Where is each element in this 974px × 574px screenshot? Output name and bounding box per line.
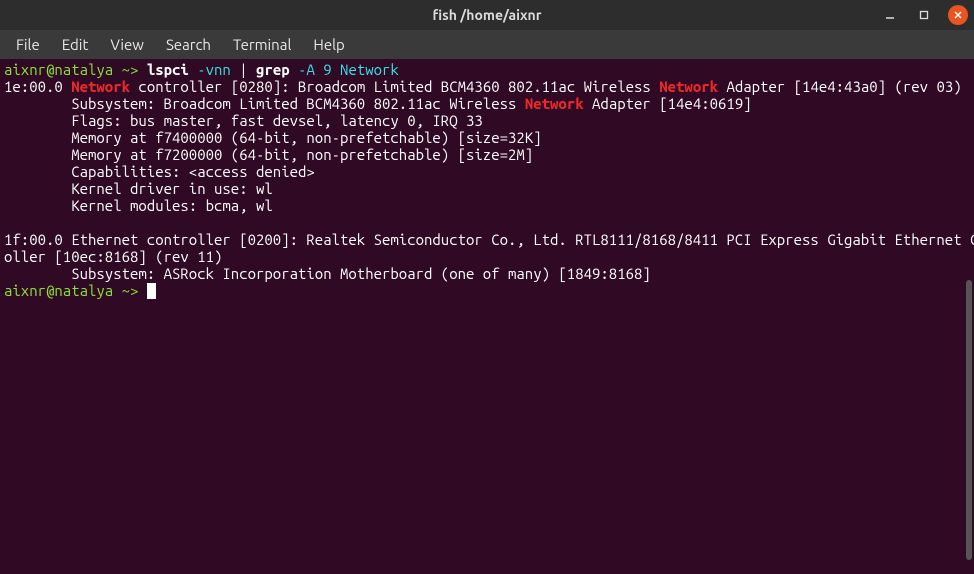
prompt-sep-2: ~>: [113, 282, 147, 299]
prompt-user: aixnr@natalya: [4, 61, 113, 78]
out-l1b: controller [0280]: Broadcom Limited BCM4…: [130, 78, 659, 95]
scrollbar[interactable]: [966, 280, 972, 560]
out-l10: 1f:00.0 Ethernet controller [0200]: Real…: [4, 231, 974, 248]
match-network-2: Network: [659, 78, 718, 95]
out-l5: Memory at f7200000 (64-bit, non-prefetch…: [4, 146, 533, 163]
prompt-sep: ~>: [113, 61, 147, 78]
menu-terminal[interactable]: Terminal: [223, 33, 301, 56]
terminal-area[interactable]: aixnr@natalya ~> lspci -vnn | grep -A 9 …: [0, 59, 974, 301]
menu-help[interactable]: Help: [303, 33, 354, 56]
prompt-user-2: aixnr@natalya: [4, 282, 113, 299]
menu-view[interactable]: View: [100, 33, 154, 56]
out-l6: Capabilities: <access denied>: [4, 163, 315, 180]
out-l1c: Adapter [14e4:43a0] (rev 03): [718, 78, 962, 95]
cmd-pipe: |: [239, 61, 256, 78]
close-button[interactable]: [948, 5, 968, 25]
cmd-args2: -A 9 Network: [290, 61, 399, 78]
match-network-1: Network: [71, 78, 130, 95]
cmd-lspci: lspci: [147, 61, 189, 78]
match-network-3: Network: [525, 95, 584, 112]
out-l7: Kernel driver in use: wl: [4, 180, 273, 197]
menubar: File Edit View Search Terminal Help: [0, 30, 974, 59]
cursor: [147, 283, 156, 299]
cmd-grep: grep: [256, 61, 290, 78]
out-l8: Kernel modules: bcma, wl: [4, 197, 273, 214]
window-controls: [880, 0, 968, 30]
out-l2b: Adapter [14e4:0619]: [584, 95, 752, 112]
out-l12: Subsystem: ASRock Incorporation Motherbo…: [4, 265, 651, 282]
cmd-args1: -vnn: [189, 61, 239, 78]
titlebar[interactable]: fish /home/aixnr: [0, 0, 974, 30]
out-l1a: 1e:00.0: [4, 78, 71, 95]
menu-file[interactable]: File: [6, 33, 50, 56]
menu-edit[interactable]: Edit: [52, 33, 99, 56]
menu-search[interactable]: Search: [156, 33, 221, 56]
out-l2a: Subsystem: Broadcom Limited BCM4360 802.…: [4, 95, 525, 112]
window-title: fish /home/aixnr: [432, 7, 541, 24]
maximize-button[interactable]: [914, 5, 934, 25]
out-l4: Memory at f7400000 (64-bit, non-prefetch…: [4, 129, 542, 146]
minimize-button[interactable]: [880, 5, 900, 25]
out-l11: oller [10ec:8168] (rev 11): [4, 248, 222, 265]
out-l3: Flags: bus master, fast devsel, latency …: [4, 112, 483, 129]
